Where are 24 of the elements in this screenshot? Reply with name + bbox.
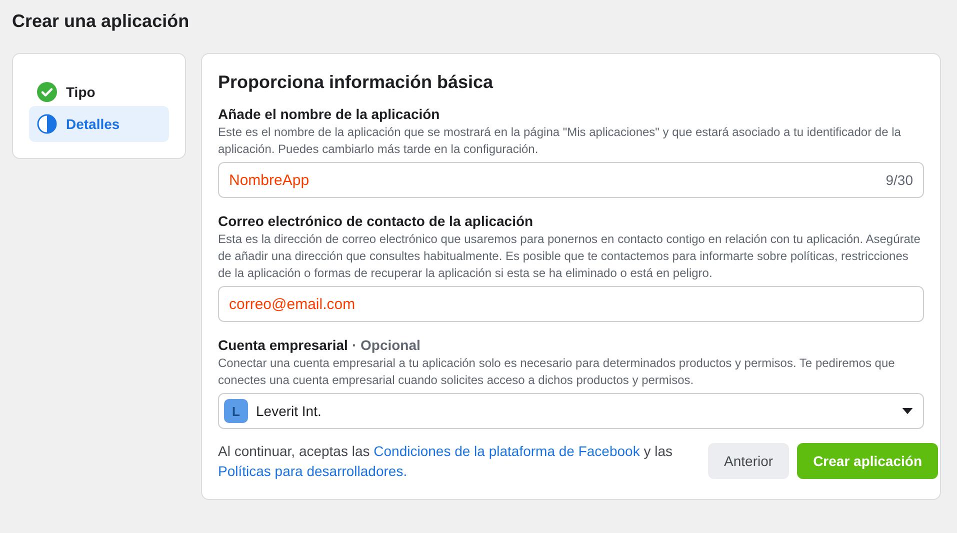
optional-label: · Opcional (352, 337, 420, 353)
half-circle-icon (37, 114, 57, 134)
input-field[interactable]: NombreApp 9/30 (218, 162, 924, 198)
field-label: Añade el nombre de la aplicación (218, 106, 440, 122)
account-name: Leverit Int. (256, 403, 322, 419)
account-avatar: L (224, 399, 248, 423)
form-heading: Proporciona información básica (218, 71, 494, 93)
input-field[interactable]: correo@email.com (218, 286, 924, 322)
page-title: Crear una aplicación (11, 10, 190, 32)
link[interactable]: Políticas para desarrolladores. (218, 463, 408, 479)
check-circle-icon (37, 82, 57, 102)
terms-text: Al continuar, aceptas las Condiciones de la plataforma de Facebook y las Políticas para desarrolladores. (218, 442, 674, 481)
caret-icon (902, 408, 913, 414)
help-text: Este es el nombre de la aplicación que se mostrará en la página "Mis aplicaciones" y que estará asociado a tu identificador de la aplicación. Puedes cambiarlo más tarde en la configuración. (218, 124, 902, 158)
character-counter: 9/30 (886, 172, 913, 188)
account-dropdown[interactable]: L Leverit Int. (218, 393, 924, 429)
field-label: Cuenta empresarial (218, 337, 348, 353)
help-text: Esta es la dirección de correo electrónico que usaremos para ponernos en contacto contigo en relación con tu aplicación. Asegúrate de añadir una dirección que consultes habitualmente. Es posible que te contactemos para informarte sobre políticas, restricciones de la aplicación o formas de recuperar la aplicación si esta se ha eliminado o está en peligro. (218, 231, 922, 282)
step-item[interactable]: Detalles (29, 106, 169, 142)
link[interactable]: Condiciones de la plataforma de Facebook (374, 443, 640, 459)
create-button[interactable]: Crear aplicación (797, 443, 938, 479)
field-label: Correo electrónico de contacto de la aplicación (218, 213, 534, 229)
help-text: Conectar una cuenta empresarial a tu aplicación solo es necesario para determinados productos y permisos. Te pediremos que conectes una cuenta empresarial cuando solicites acceso a dichos productos y permisos. (218, 355, 896, 389)
back-button[interactable]: Anterior (708, 443, 790, 479)
